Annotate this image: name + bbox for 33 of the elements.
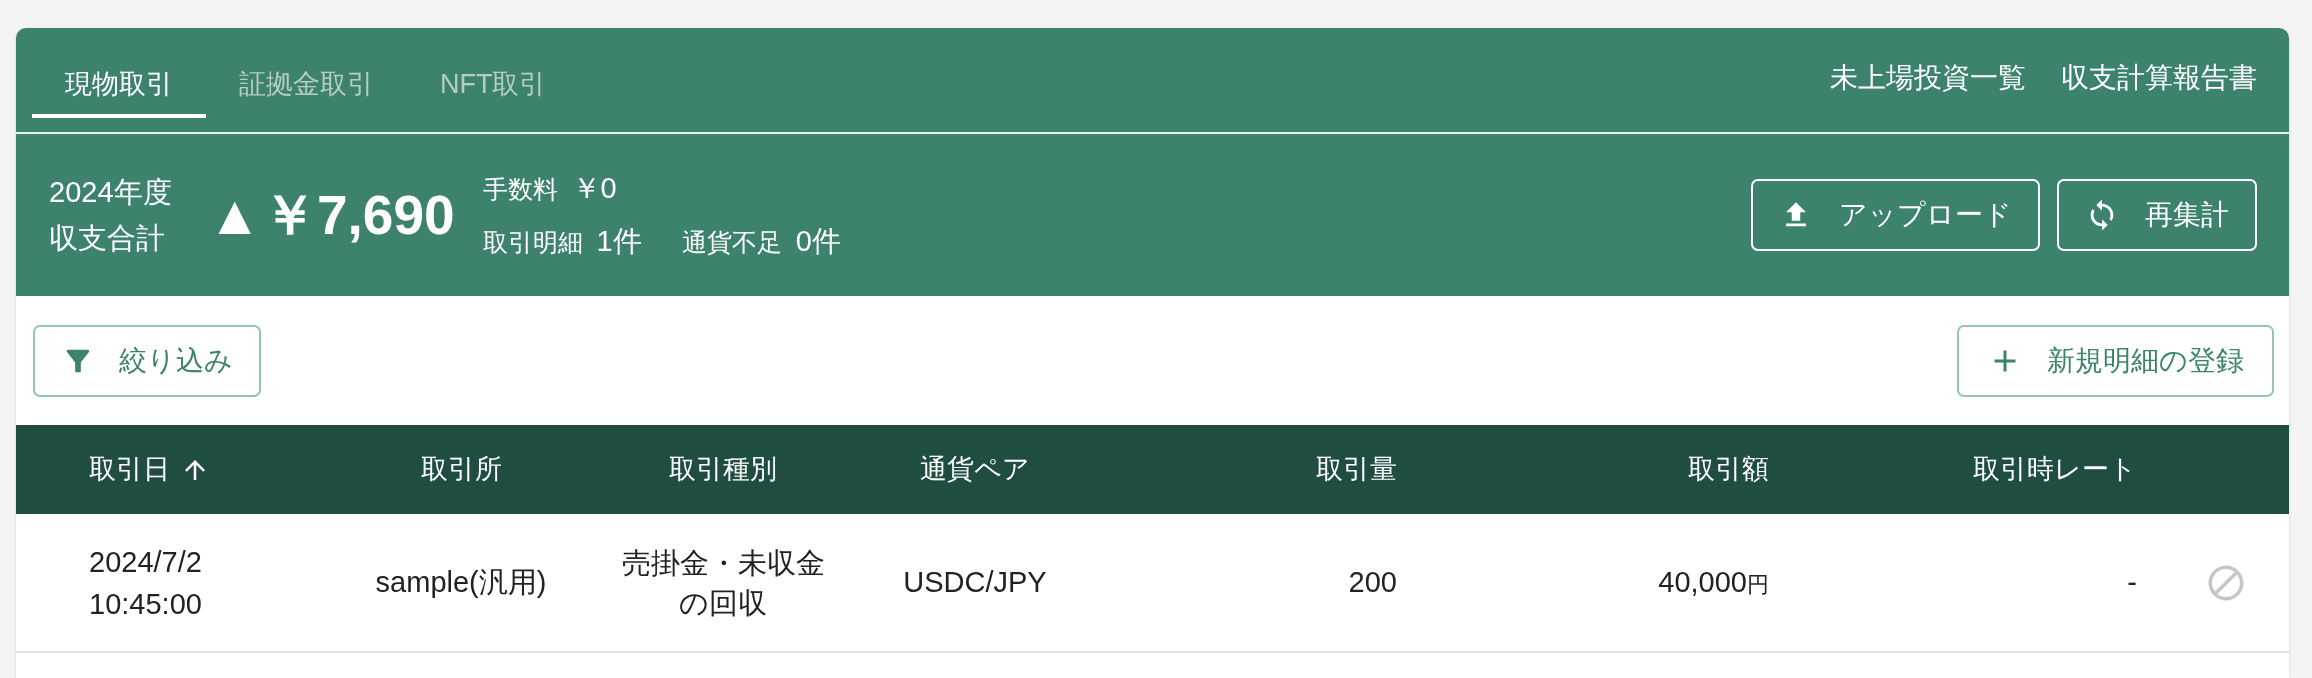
- nav-link[interactable]: 収支計算報告書: [2061, 57, 2257, 99]
- summary-title: 収支合計: [49, 221, 166, 256]
- nav-link[interactable]: 未上場投資一覧: [1830, 57, 2026, 99]
- stat-label: 通貨不足: [681, 227, 782, 258]
- column-header[interactable]: 通貨ペア: [920, 449, 1030, 490]
- tab[interactable]: 現物取引: [32, 54, 206, 118]
- stat-label: 手数料: [482, 173, 558, 205]
- total-amount: ▲￥7,690: [207, 182, 455, 248]
- filter-button[interactable]: 絞り込み: [33, 324, 261, 397]
- type-cell-text: 売掛金・未収金の回収: [620, 545, 826, 621]
- period-label: 2024年度: [49, 175, 172, 210]
- quantity-cell-text: 200: [1348, 564, 1397, 600]
- stat-value: 1件: [596, 224, 642, 259]
- date-text: 2024/7/2: [89, 544, 202, 580]
- column-header[interactable]: 取引所: [420, 449, 502, 490]
- upload-button[interactable]: アップロード: [1751, 179, 2040, 251]
- column-header[interactable]: 取引日: [89, 449, 210, 490]
- refresh-button[interactable]: 再集計: [2057, 179, 2257, 251]
- column-header[interactable]: 取引時レート: [1973, 449, 2137, 490]
- column-header[interactable]: 取引額: [1688, 449, 1769, 490]
- stat-label: 取引明細: [482, 227, 583, 258]
- time-text: 10:45:00: [89, 586, 202, 622]
- add-entry-button[interactable]: 新規明細の登録: [1957, 324, 2274, 397]
- pair-cell-text: USDC/JPY: [903, 564, 1047, 600]
- amount-cell-text: 40,000円: [1658, 564, 1769, 600]
- stat-value: ￥0: [571, 170, 617, 206]
- tab[interactable]: NFT取引: [407, 54, 580, 118]
- column-header[interactable]: 取引種別: [669, 449, 777, 490]
- tab[interactable]: 証拠金取引: [206, 54, 407, 118]
- stat-value: 0件: [795, 224, 841, 259]
- rate-cell-text: -: [2127, 564, 2137, 600]
- column-header[interactable]: 取引量: [1316, 449, 1397, 490]
- exchange-cell-text: sample(汎用): [375, 564, 547, 600]
